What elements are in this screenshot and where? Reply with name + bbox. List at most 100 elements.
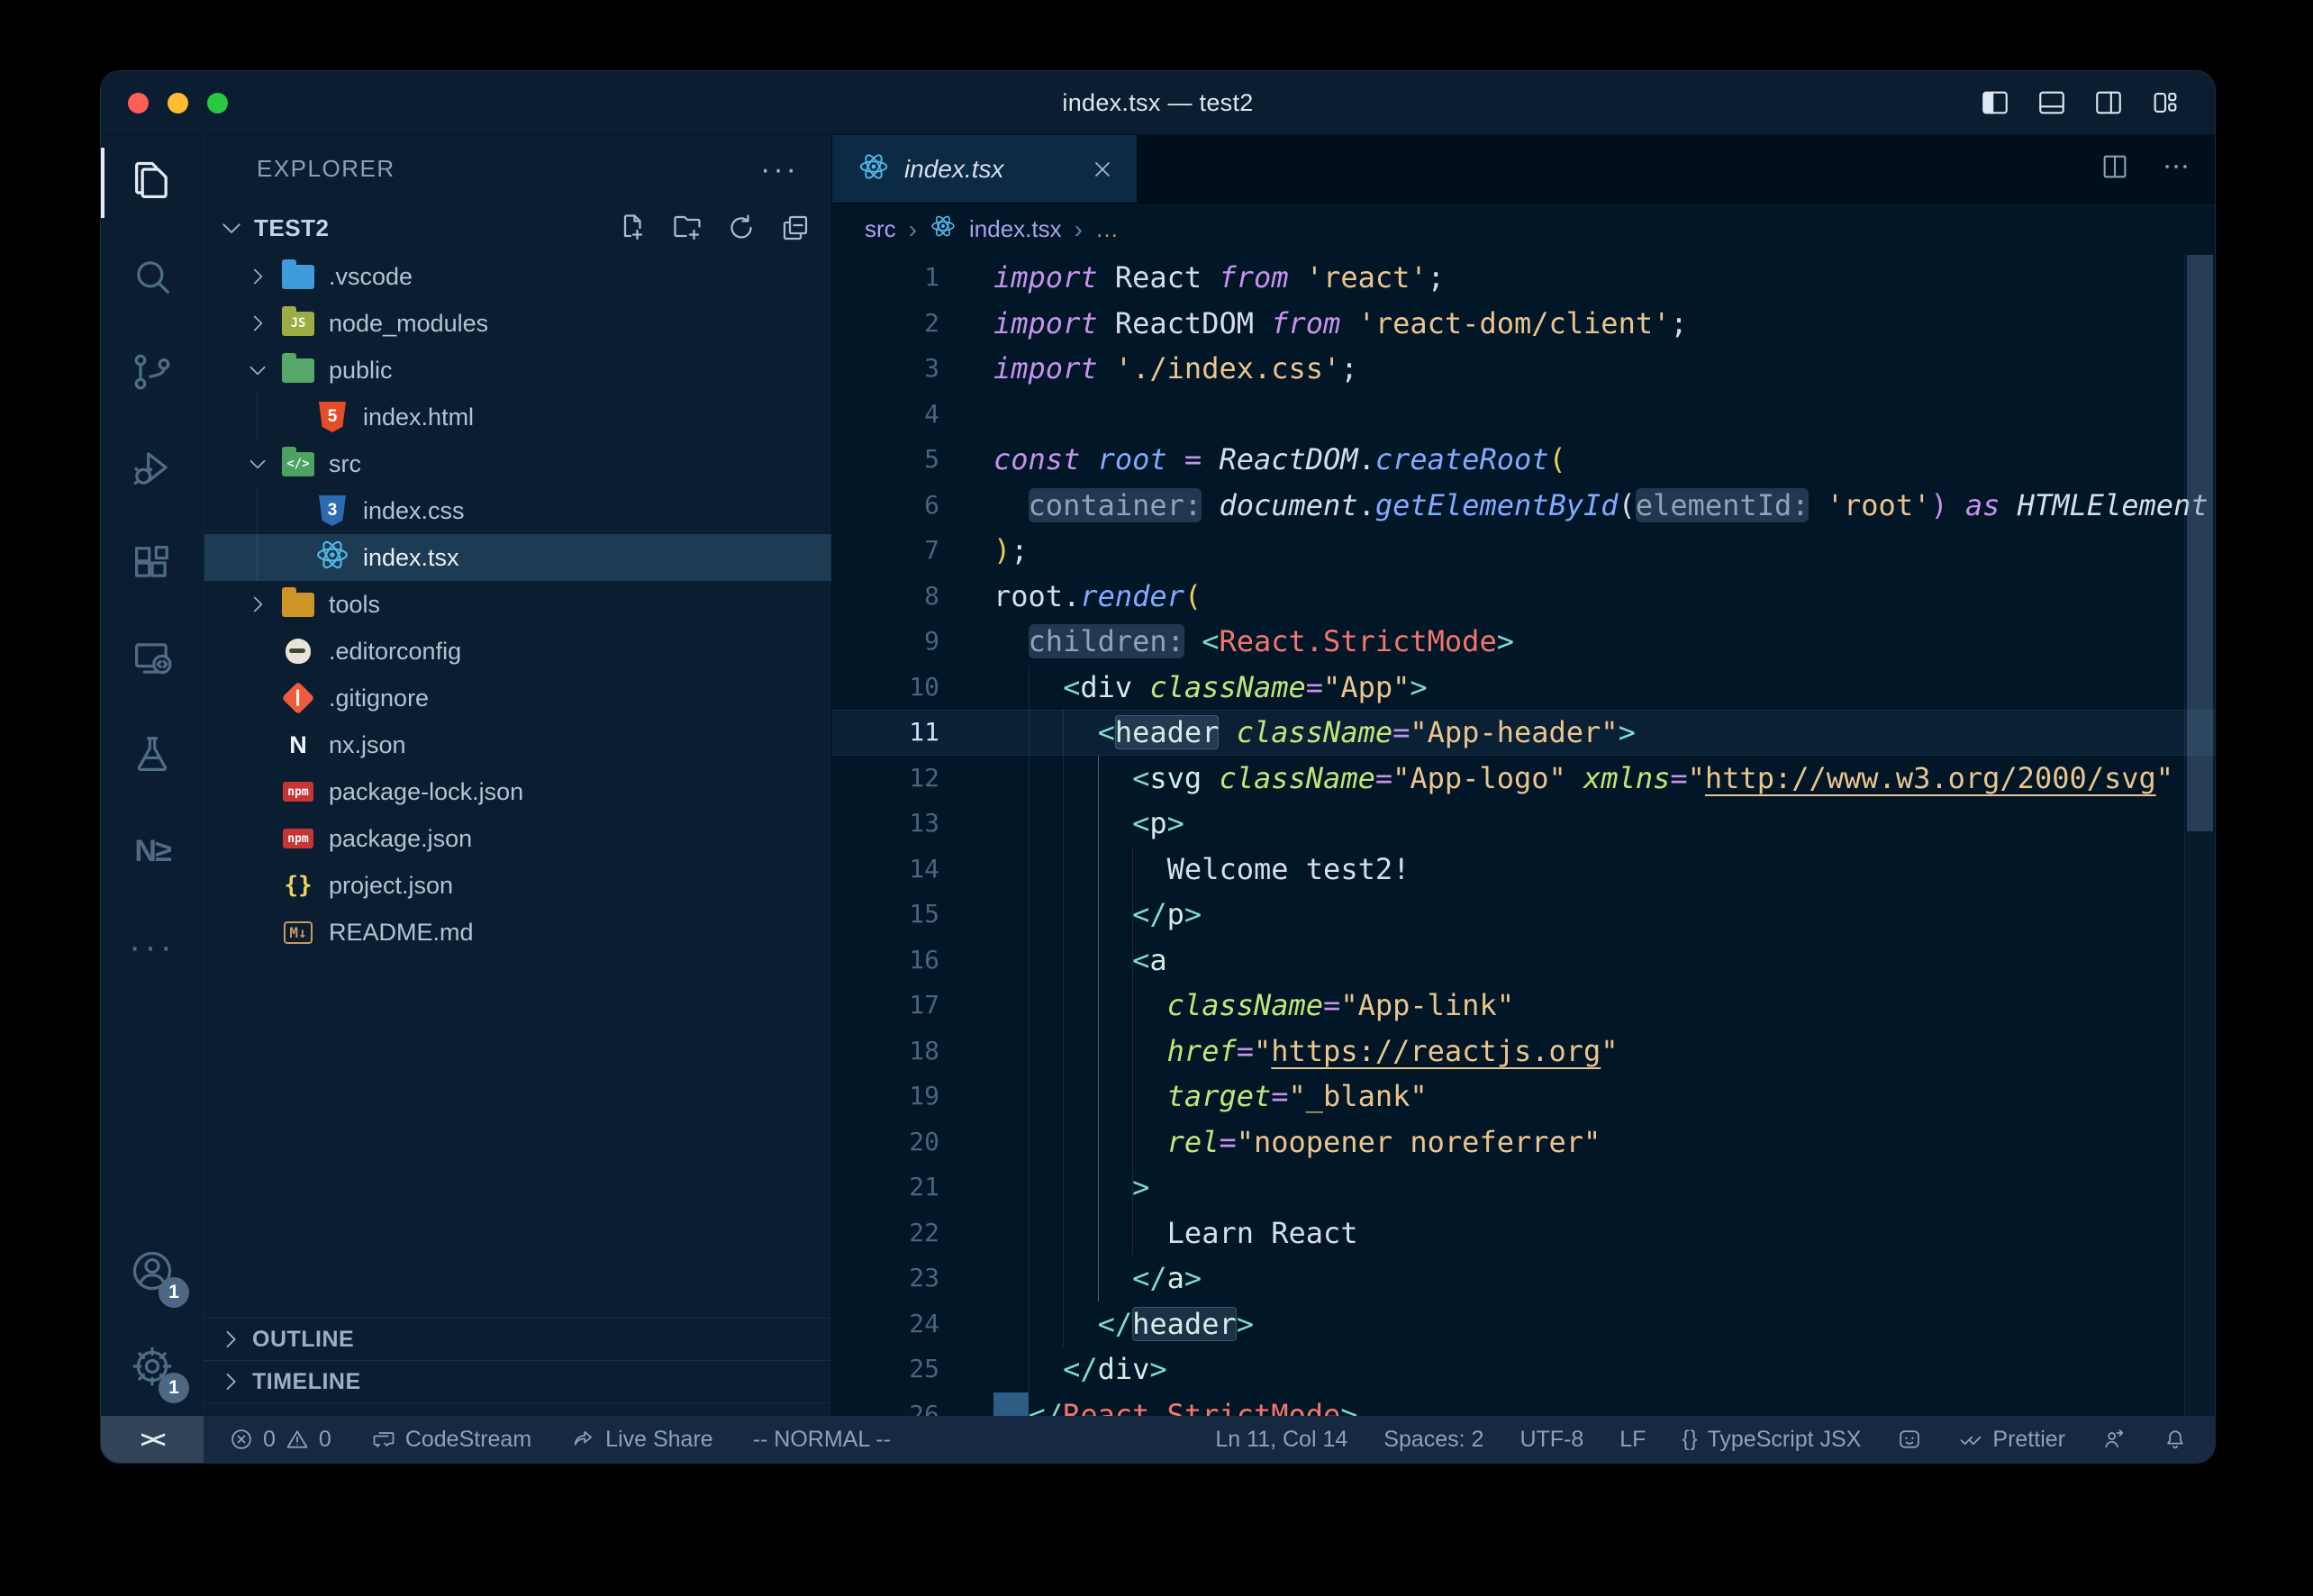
line-number: 12: [832, 756, 939, 802]
smiley-icon: [1897, 1427, 1922, 1452]
chevron-right-icon: [218, 1327, 243, 1352]
css3-icon: 3: [319, 495, 346, 526]
folder-tools-icon: [282, 593, 314, 617]
status-problems[interactable]: 00: [229, 1427, 331, 1453]
new-folder-icon[interactable]: [671, 212, 703, 244]
layout-panel-icon[interactable]: [2036, 87, 2067, 118]
activitybar-source-control[interactable]: [101, 326, 204, 422]
tree-item-label: project.json: [204, 872, 453, 900]
code-line-21: >: [993, 1165, 2215, 1211]
editor-more-actions[interactable]: [2161, 151, 2191, 186]
tree-item-package-lock-json[interactable]: npmpackage-lock.json: [204, 768, 831, 815]
explorer-section-actions: [617, 212, 812, 244]
status-indentation[interactable]: Spaces: 2: [1383, 1427, 1483, 1453]
activitybar-testing[interactable]: [101, 708, 204, 803]
activitybar-nx-console[interactable]: N≥: [101, 803, 204, 899]
scrollbar-thumb[interactable]: [2187, 255, 2213, 831]
status-vim-mode[interactable]: -- NORMAL --: [753, 1427, 891, 1453]
code-line-3: import './index.css';: [993, 346, 2215, 392]
tree-item--gitignore[interactable]: .gitignore: [204, 675, 831, 721]
line-number: 7: [832, 528, 939, 574]
status-cursor-position[interactable]: Ln 11, Col 14: [1215, 1427, 1347, 1453]
activity-bar: N≥··· 11: [101, 135, 204, 1416]
tree-item-index-tsx[interactable]: index.tsx: [204, 534, 831, 581]
chevron-right-icon: [218, 1369, 243, 1394]
activitybar-more[interactable]: ···: [101, 899, 204, 994]
line-number: 26: [832, 1392, 939, 1417]
inlay-hint: elementId:: [1636, 488, 1810, 522]
tree-item-index-html[interactable]: 5index.html: [204, 394, 831, 440]
tree-item-readme-md[interactable]: M↓README.md: [204, 909, 831, 956]
vertical-scrollbar[interactable]: [2184, 255, 2215, 1416]
tree-item-package-json[interactable]: npmpackage.json: [204, 815, 831, 862]
status-notifications[interactable]: [2163, 1427, 2188, 1452]
split-editor-button[interactable]: [2100, 151, 2130, 186]
markdown-icon: M↓: [284, 921, 312, 944]
status-right: Ln 11, Col 14 Spaces: 2 UTF-8 LF {}TypeScrip…: [1215, 1427, 2215, 1453]
line-number: 14: [832, 847, 939, 893]
tree-item--editorconfig[interactable]: .editorconfig: [204, 628, 831, 675]
status-eol[interactable]: LF: [1619, 1427, 1646, 1453]
line-number: 5: [832, 437, 939, 483]
status-live-share-session[interactable]: [2101, 1427, 2127, 1452]
code-line-24: </header>: [993, 1301, 2215, 1347]
new-file-icon[interactable]: [617, 212, 649, 244]
tree-item-nx-json[interactable]: Nnx.json: [204, 721, 831, 768]
inlay-hint: container:: [1029, 488, 1202, 522]
tree-item-project-json[interactable]: {}project.json: [204, 862, 831, 909]
collapse-all-icon[interactable]: [779, 212, 812, 244]
activitybar-settings[interactable]: 1: [101, 1320, 204, 1416]
activitybar-extensions[interactable]: [101, 517, 204, 612]
zoom-window-button[interactable]: [207, 93, 228, 113]
braces-icon: {}: [1682, 1427, 1698, 1452]
status-codestream[interactable]: CodeStream: [371, 1427, 531, 1453]
outline-section[interactable]: OUTLINE: [204, 1318, 831, 1360]
activitybar-accounts[interactable]: 1: [101, 1225, 204, 1320]
chevron-down-icon: [218, 214, 245, 241]
tree-item-label: README.md: [204, 919, 474, 947]
status-encoding[interactable]: UTF-8: [1519, 1427, 1583, 1453]
tree-item-node-modules[interactable]: JSnode_modules: [204, 300, 831, 347]
layout-custom-icon[interactable]: [2150, 87, 2181, 118]
layout-sidebar-left-icon[interactable]: [1980, 87, 2010, 118]
project-section-header[interactable]: TEST2: [204, 203, 831, 253]
close-window-button[interactable]: [128, 93, 149, 113]
remote-indicator[interactable]: ><: [101, 1416, 204, 1463]
tree-item-src[interactable]: </>src: [204, 440, 831, 487]
breadcrumb-item-0[interactable]: src: [865, 215, 896, 243]
breadcrumb-item-2[interactable]: …: [1095, 215, 1120, 243]
tree-item-tools[interactable]: tools: [204, 581, 831, 628]
html5-icon: 5: [319, 402, 346, 432]
status-prettier[interactable]: Prettier: [1958, 1427, 2065, 1453]
code-line-11: <header className="App-header">: [993, 710, 2215, 756]
refresh-icon[interactable]: [725, 212, 757, 244]
minimize-window-button[interactable]: [168, 93, 188, 113]
tree-item-label: .editorconfig: [204, 638, 461, 666]
code-line-14: Welcome test2!: [993, 847, 2215, 893]
line-number: 17: [832, 983, 939, 1029]
activitybar-explorer[interactable]: [101, 135, 204, 231]
line-number: 11: [832, 710, 939, 756]
explorer-more-actions-icon[interactable]: ···: [760, 165, 799, 174]
line-number: 9: [832, 619, 939, 665]
layout-sidebar-right-icon[interactable]: [2093, 87, 2124, 118]
explorer-sidebar: EXPLORER ··· TEST2 .vscodeJSnode_modules…: [204, 135, 832, 1416]
code-editor[interactable]: 1import React from 'react';2import React…: [832, 255, 2215, 1416]
activitybar-run-debug[interactable]: [101, 422, 204, 517]
breadcrumb-item-1[interactable]: index.tsx: [969, 215, 1062, 243]
tree-item-index-css[interactable]: 3index.css: [204, 487, 831, 534]
nx-icon: N: [289, 731, 307, 759]
status-language-mode[interactable]: {}TypeScript JSX: [1682, 1427, 1861, 1453]
tab-index-tsx[interactable]: index.tsx: [832, 135, 1137, 203]
activitybar-search[interactable]: [101, 231, 204, 326]
line-number: 15: [832, 892, 939, 938]
tree-item-public[interactable]: public: [204, 347, 831, 394]
tree-item--vscode[interactable]: .vscode: [204, 253, 831, 300]
status-feedback[interactable]: [1897, 1427, 1922, 1452]
status-live-share[interactable]: Live Share: [571, 1427, 713, 1453]
close-tab-icon[interactable]: [1090, 157, 1115, 182]
activitybar-remote-explorer[interactable]: [101, 612, 204, 708]
debug-icon: [129, 444, 176, 495]
timeline-section[interactable]: TIMELINE: [204, 1360, 831, 1402]
tree-item-label: .gitignore: [204, 685, 429, 712]
